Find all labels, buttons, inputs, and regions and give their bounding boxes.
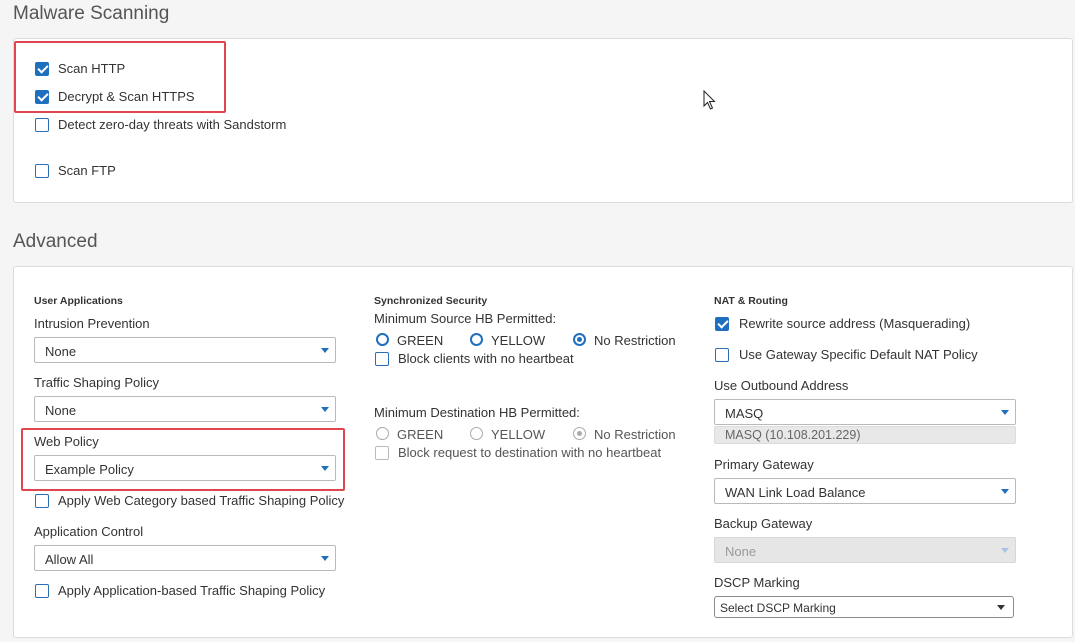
synchronized-security-heading: Synchronized Security — [374, 295, 488, 307]
highlight-web-policy — [21, 428, 345, 491]
dest-yellow-radio[interactable] — [470, 427, 483, 440]
intrusion-prevention-value: None — [45, 344, 77, 359]
chevron-down-icon — [1001, 489, 1009, 494]
block-request-label: Block request to destination with no hea… — [398, 445, 662, 460]
backup-gateway-value: None — [725, 544, 757, 559]
app-traffic-shaping-label: Apply Application-based Traffic Shaping … — [58, 583, 326, 598]
dest-no-restriction-label: No Restriction — [594, 427, 676, 442]
nat-routing-heading: NAT & Routing — [714, 295, 788, 307]
traffic-shaping-label: Traffic Shaping Policy — [34, 375, 160, 390]
gateway-nat-policy-label: Use Gateway Specific Default NAT Policy — [739, 347, 978, 362]
rewrite-source-label: Rewrite source address (Masquerading) — [739, 316, 971, 331]
sandstorm-checkbox[interactable] — [35, 118, 49, 132]
chevron-down-icon — [321, 348, 329, 353]
outbound-address-select[interactable]: MASQ — [714, 399, 1016, 425]
backup-gateway-label: Backup Gateway — [714, 516, 813, 531]
advanced-section-title: Advanced — [13, 231, 98, 252]
backup-gateway-select[interactable]: None — [714, 537, 1016, 563]
traffic-shaping-value: None — [45, 403, 77, 418]
chevron-down-icon — [321, 556, 329, 561]
min-destination-hb-label: Minimum Destination HB Permitted: — [374, 405, 580, 420]
source-no-restriction-label: No Restriction — [594, 333, 676, 348]
user-applications-heading: User Applications — [34, 295, 123, 307]
source-no-restriction-radio[interactable] — [573, 333, 586, 346]
outbound-address-label: Use Outbound Address — [714, 378, 849, 393]
malware-section-title: Malware Scanning — [13, 3, 170, 24]
highlight-scan-options — [14, 41, 226, 113]
traffic-shaping-select[interactable]: None — [34, 396, 336, 422]
outbound-address-detail-text: MASQ (10.108.201.229) — [725, 428, 861, 442]
primary-gateway-select[interactable]: WAN Link Load Balance — [714, 478, 1016, 504]
dest-no-restriction-radio[interactable] — [573, 427, 586, 440]
dscp-marking-label: DSCP Marking — [714, 575, 800, 590]
gateway-nat-policy-checkbox[interactable] — [715, 348, 729, 362]
chevron-down-icon — [1001, 548, 1009, 553]
intrusion-prevention-select[interactable]: None — [34, 337, 336, 363]
outbound-address-value: MASQ — [725, 406, 764, 421]
intrusion-prevention-label: Intrusion Prevention — [34, 316, 150, 331]
outbound-address-detail: MASQ (10.108.201.229) — [714, 426, 1016, 444]
application-control-select[interactable]: Allow All — [34, 545, 336, 571]
web-category-shaping-label: Apply Web Category based Traffic Shaping… — [58, 493, 345, 508]
application-control-label: Application Control — [34, 524, 144, 539]
app-traffic-shaping-checkbox[interactable] — [35, 584, 49, 598]
sandstorm-label: Detect zero-day threats with Sandstorm — [58, 117, 287, 132]
chevron-down-icon — [1001, 410, 1009, 415]
chevron-down-icon — [321, 407, 329, 412]
dest-green-radio[interactable] — [376, 427, 389, 440]
dest-yellow-label: YELLOW — [491, 427, 546, 442]
block-clients-label: Block clients with no heartbeat — [398, 351, 574, 366]
scan-ftp-label: Scan FTP — [58, 163, 116, 178]
chevron-down-icon — [997, 605, 1005, 610]
dscp-marking-select[interactable]: Select DSCP Marking — [714, 596, 1014, 618]
block-clients-checkbox[interactable] — [375, 352, 389, 366]
dest-green-label: GREEN — [397, 427, 444, 442]
source-yellow-radio[interactable] — [470, 333, 483, 346]
source-green-radio[interactable] — [376, 333, 389, 346]
web-category-shaping-checkbox[interactable] — [35, 494, 49, 508]
primary-gateway-label: Primary Gateway — [714, 457, 814, 472]
application-control-value: Allow All — [45, 552, 94, 567]
primary-gateway-value: WAN Link Load Balance — [725, 485, 866, 500]
dscp-marking-value: Select DSCP Marking — [720, 601, 836, 615]
mouse-cursor-icon — [703, 90, 716, 110]
min-source-hb-label: Minimum Source HB Permitted: — [374, 311, 557, 326]
rewrite-source-checkbox[interactable] — [715, 317, 729, 331]
source-green-label: GREEN — [397, 333, 444, 348]
block-request-checkbox[interactable] — [375, 446, 389, 460]
scan-ftp-checkbox[interactable] — [35, 164, 49, 178]
source-yellow-label: YELLOW — [491, 333, 546, 348]
